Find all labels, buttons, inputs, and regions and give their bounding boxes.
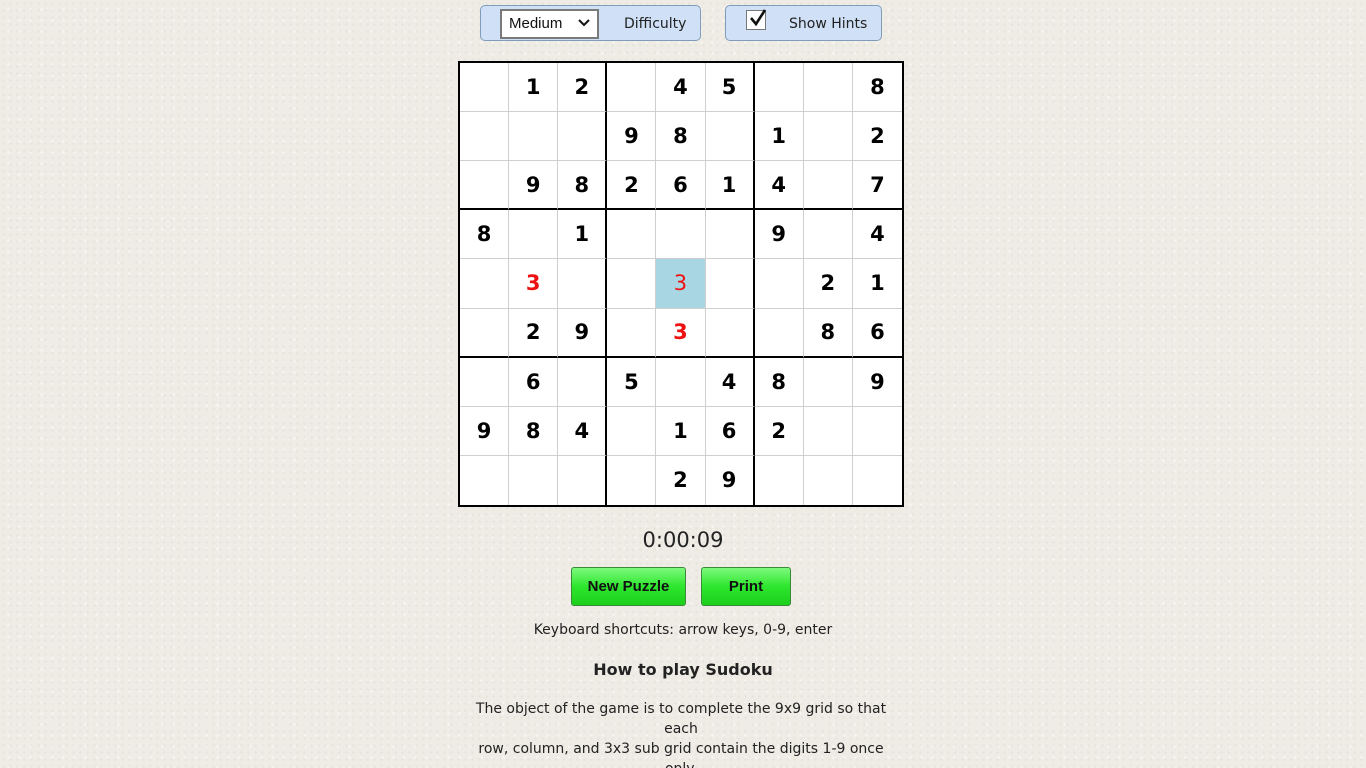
new-puzzle-button[interactable]: New Puzzle: [571, 567, 686, 606]
sudoku-cell[interactable]: [754, 259, 804, 309]
sudoku-cell[interactable]: 3: [509, 259, 559, 309]
sudoku-cell[interactable]: 8: [852, 63, 902, 113]
sudoku-cell[interactable]: 9: [558, 308, 608, 358]
sudoku-cell[interactable]: [607, 455, 657, 505]
sudoku-cell[interactable]: [803, 406, 853, 456]
sudoku-cell[interactable]: [558, 357, 608, 407]
howto-title: How to play Sudoku: [593, 660, 773, 679]
sudoku-cell[interactable]: [705, 210, 755, 260]
howto-text-line: row, column, and 3x3 sub grid contain th…: [478, 741, 884, 768]
sudoku-cell[interactable]: 8: [754, 357, 804, 407]
sudoku-cell[interactable]: [705, 259, 755, 309]
sudoku-cell[interactable]: 1: [754, 112, 804, 162]
sudoku-cell[interactable]: 5: [705, 63, 755, 113]
sudoku-cell[interactable]: 3: [656, 259, 706, 309]
sudoku-cell[interactable]: [754, 63, 804, 113]
sudoku-cell[interactable]: [460, 63, 510, 113]
sudoku-cell[interactable]: 4: [705, 357, 755, 407]
sudoku-cell[interactable]: [460, 259, 510, 309]
sudoku-cell[interactable]: 6: [852, 309, 902, 358]
sudoku-cell[interactable]: 9: [607, 112, 657, 162]
sudoku-cell[interactable]: 8: [558, 161, 608, 211]
sudoku-cell[interactable]: 2: [656, 455, 706, 505]
sudoku-cell[interactable]: [607, 308, 657, 358]
sudoku-cell[interactable]: 4: [558, 406, 608, 456]
sudoku-cell[interactable]: 2: [803, 259, 853, 309]
sudoku-cell[interactable]: 9: [852, 358, 902, 407]
sudoku-cell[interactable]: 4: [656, 63, 706, 113]
sudoku-cell[interactable]: 2: [852, 112, 902, 162]
sudoku-cell[interactable]: [460, 357, 510, 407]
sudoku-cell[interactable]: [705, 112, 755, 162]
timer: 0:00:09: [642, 528, 724, 552]
howto-text-line: The object of the game is to complete th…: [475, 701, 887, 737]
sudoku-cell[interactable]: [460, 455, 510, 505]
hints-panel: Show Hints: [725, 5, 882, 41]
howto-text: The object of the game is to complete th…: [463, 699, 899, 768]
sudoku-cell[interactable]: 8: [460, 210, 510, 260]
sudoku-cell[interactable]: 8: [803, 308, 853, 358]
sudoku-cell[interactable]: [803, 112, 853, 162]
show-hints-label: Show Hints: [789, 16, 868, 32]
sudoku-cell[interactable]: [754, 308, 804, 358]
sudoku-cell[interactable]: [509, 210, 559, 260]
sudoku-cell[interactable]: [558, 259, 608, 309]
sudoku-cell[interactable]: 9: [509, 161, 559, 211]
sudoku-cell[interactable]: [803, 210, 853, 260]
sudoku-cell[interactable]: [656, 210, 706, 260]
sudoku-cell[interactable]: 4: [852, 210, 902, 260]
sudoku-cell[interactable]: [705, 308, 755, 358]
sudoku-cell[interactable]: [558, 455, 608, 505]
sudoku-cell[interactable]: 9: [460, 406, 510, 456]
sudoku-cell[interactable]: [803, 63, 853, 113]
sudoku-cell[interactable]: [509, 112, 559, 162]
sudoku-cell[interactable]: 1: [705, 161, 755, 211]
sudoku-cell[interactable]: 7: [852, 161, 902, 211]
sudoku-cell[interactable]: [853, 456, 902, 505]
difficulty-select-value: Medium: [509, 15, 563, 32]
sudoku-cell[interactable]: 6: [705, 406, 755, 456]
sudoku-cell[interactable]: [558, 112, 608, 162]
sudoku-cell[interactable]: 2: [607, 161, 657, 211]
sudoku-cell[interactable]: 1: [656, 406, 706, 456]
sudoku-cell[interactable]: [803, 161, 853, 211]
keyboard-shortcuts-text: Keyboard shortcuts: arrow keys, 0-9, ent…: [533, 622, 833, 638]
sudoku-cell[interactable]: 8: [656, 112, 706, 162]
sudoku-cell[interactable]: 2: [754, 406, 804, 456]
sudoku-cell[interactable]: 2: [558, 63, 608, 113]
sudoku-cell[interactable]: [509, 455, 559, 505]
sudoku-cell[interactable]: 1: [509, 63, 559, 113]
difficulty-label: Difficulty: [624, 16, 687, 32]
sudoku-cell[interactable]: 1: [558, 210, 608, 260]
sudoku-cell[interactable]: [852, 407, 902, 456]
show-hints-checkbox[interactable]: [746, 9, 767, 30]
sudoku-board: 1245898129826147819433212938665489984162…: [458, 61, 904, 507]
sudoku-cell[interactable]: [607, 63, 657, 113]
difficulty-select[interactable]: Medium: [500, 9, 599, 39]
sudoku-cell[interactable]: [607, 406, 657, 456]
sudoku-cell[interactable]: 3: [656, 308, 706, 358]
sudoku-cell[interactable]: [607, 210, 657, 260]
sudoku-cell[interactable]: [804, 455, 853, 505]
sudoku-cell[interactable]: 8: [509, 406, 559, 456]
sudoku-cell[interactable]: 4: [754, 161, 804, 211]
sudoku-cell[interactable]: [607, 259, 657, 309]
sudoku-cell[interactable]: 9: [706, 455, 755, 505]
sudoku-cell[interactable]: [656, 357, 706, 407]
difficulty-panel: Medium Difficulty: [480, 5, 701, 41]
sudoku-cell[interactable]: 1: [852, 259, 902, 309]
sudoku-cell[interactable]: [460, 161, 510, 211]
checkmark-icon: [750, 9, 767, 27]
sudoku-cell[interactable]: 9: [754, 210, 804, 260]
sudoku-cell[interactable]: [460, 308, 510, 358]
sudoku-cell[interactable]: [460, 112, 510, 162]
sudoku-cell[interactable]: [803, 357, 853, 407]
sudoku-cell[interactable]: 5: [607, 357, 657, 407]
sudoku-cell[interactable]: 2: [509, 308, 559, 358]
sudoku-cell[interactable]: [755, 455, 804, 505]
chevron-down-icon: [578, 19, 590, 27]
sudoku-cell[interactable]: 6: [656, 161, 706, 211]
print-button[interactable]: Print: [701, 567, 791, 606]
sudoku-cell[interactable]: 6: [509, 357, 559, 407]
